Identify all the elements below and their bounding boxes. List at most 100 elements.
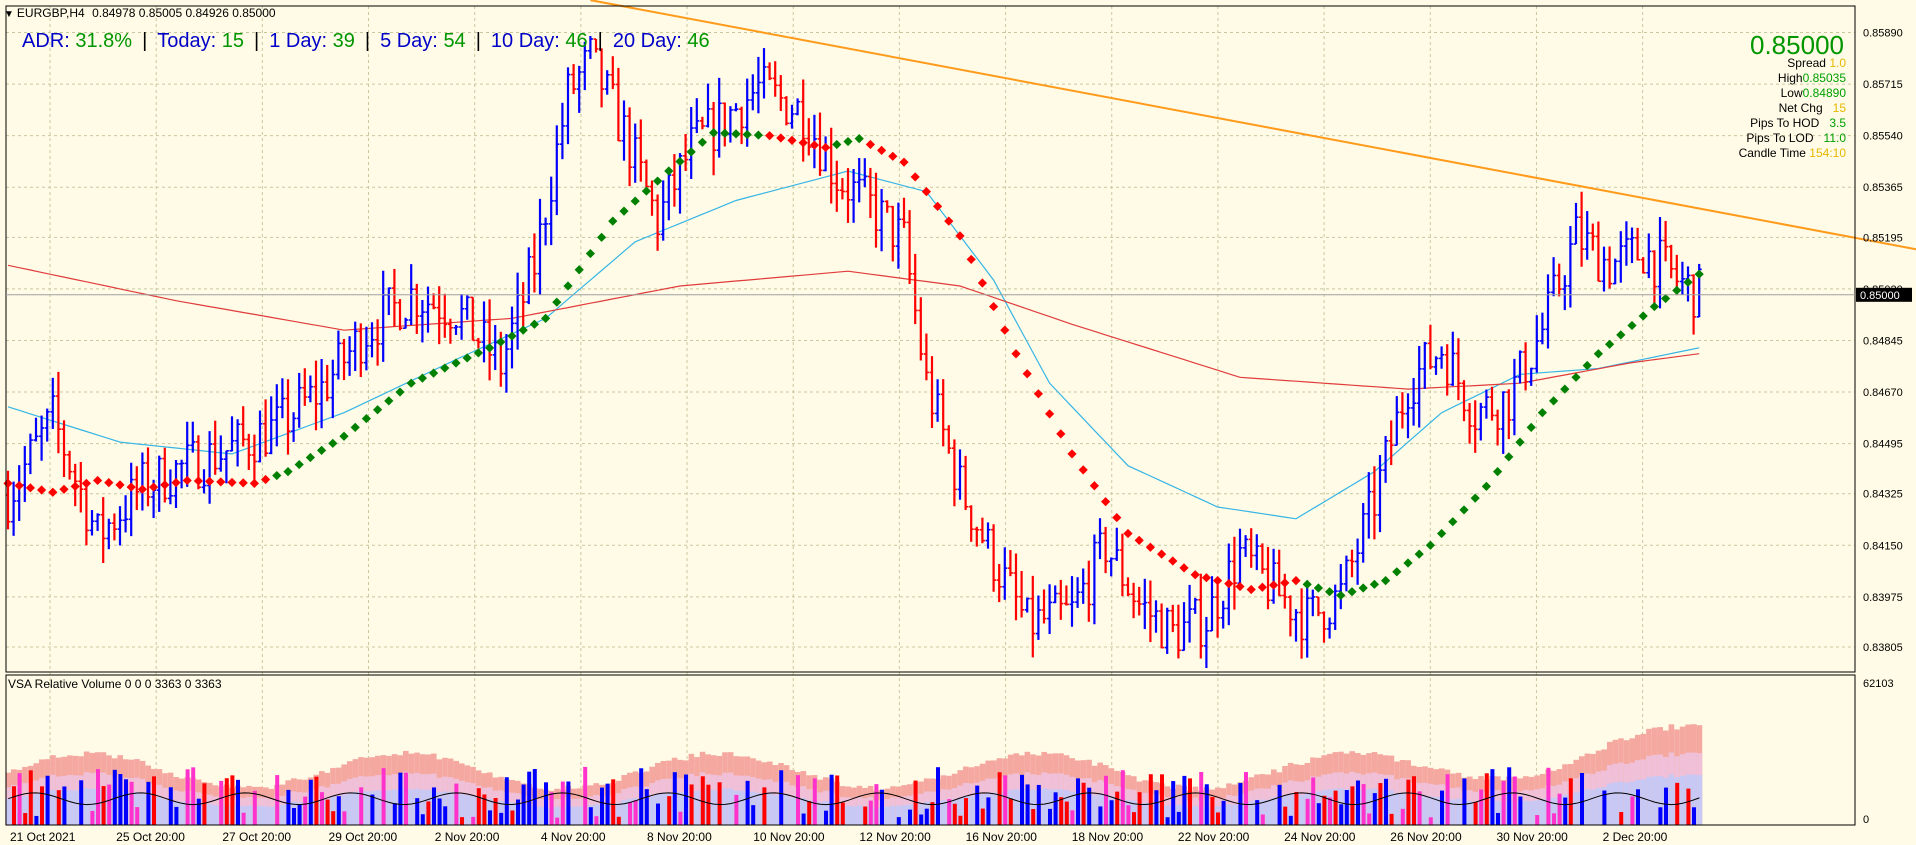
vol-envelope-low [279,804,286,825]
vol-envelope-low [817,802,823,825]
current-price-tag-label: 0.85000 [1860,290,1900,302]
volume-bar [952,803,957,825]
vol-envelope-low [1651,776,1658,825]
volume-bar [1132,812,1136,825]
x-tick-label: 12 Nov 20:00 [859,830,931,844]
volume-bar [812,778,817,825]
volume-bar [1361,784,1366,825]
volume-bar [1664,787,1668,825]
volume-bar [936,767,940,825]
volume-bar [868,800,873,825]
volume-bar [684,774,688,825]
volume-bar [1098,806,1103,825]
volume-bar [1535,815,1540,825]
volume-bar [168,787,173,825]
low-value: 0.84890 [1802,86,1846,100]
volume-bar [566,781,571,825]
volume-bar [404,772,408,825]
chart-terminal[interactable]: 0.85890 0.85715 0.85540 0.85365 0.85195 0.850… [0,0,1916,845]
volume-bar [1428,817,1433,825]
vol-envelope-low [1523,800,1529,825]
day5-label: 5 Day: [380,30,438,52]
vol-envelope-low [1265,799,1271,825]
volume-zero-label: 0 [1863,814,1869,826]
vol-envelope-low [856,805,863,825]
volume-bar [874,784,879,825]
vol-envelope-low [1539,799,1546,825]
volume-bar [17,773,22,825]
dropdown-triangle-icon[interactable]: ▼ [4,9,14,20]
x-tick-label: 16 Nov 20:00 [966,830,1038,844]
low-label: Low [1780,86,1803,100]
vol-envelope-low [386,790,392,825]
volume-bar [1216,812,1220,825]
volume-bar [751,805,756,825]
vol-envelope-low [991,792,997,825]
day20-label: 20 Day: [612,30,682,52]
volume-bar [297,804,302,825]
vol-envelope-low [1013,789,1019,825]
volume-bar [1188,778,1192,825]
volume-bar [107,784,112,825]
adr-value: 31.8% [75,30,133,52]
info-panel: Spread 1.0 High0.85035 Low0.84890 Net Ch… [1739,56,1846,161]
day1-label: 1 Day: [269,30,328,52]
vol-envelope-low [447,791,454,825]
x-tick-label: 29 Oct 20:00 [329,830,398,844]
volume-bar [510,810,515,825]
vol-envelope-low [1590,789,1596,825]
volume-bar [1356,780,1360,825]
volume-bar [1059,797,1064,825]
volume-bar [1210,797,1215,825]
volume-bar [1412,776,1416,825]
volume-max-label: 62103 [1863,678,1894,690]
vol-envelope-low [207,803,213,825]
vol-envelope-low [83,788,90,825]
volume-bar [1260,814,1265,825]
volume-bar [1081,782,1086,825]
volume-bar [762,787,767,825]
volume-bar [1311,777,1316,825]
vol-envelope-low [156,797,163,825]
volume-bar [527,771,532,825]
volume-bar [1339,804,1344,825]
volume-bar [1496,812,1500,825]
vol-envelope-low [537,806,543,825]
vol-envelope-low [1226,804,1232,825]
volume-bar [504,777,509,825]
vol-envelope-low [1394,793,1400,825]
volume-bar [320,792,324,825]
volume-bar [196,798,201,825]
vol-envelope-low [901,805,907,825]
volume-bar [1070,810,1075,825]
volume-bar [958,815,963,825]
vol-envelope-low [772,795,779,825]
vol-envelope-low [571,806,577,825]
netchg-label: Net Chg [1778,101,1823,115]
volume-bar [1221,800,1226,825]
x-tick-label: 27 Oct 20:00 [222,830,291,844]
vol-envelope-low [257,805,263,825]
volume-bar [796,775,800,825]
volume-bar [101,786,106,825]
vol-envelope-low [851,806,857,825]
volume-bar [779,770,784,825]
volume-bar [1440,790,1444,825]
volume-bar [1277,784,1282,825]
volume-bar [90,810,95,825]
volume-bar [896,817,901,825]
vol-envelope-low [884,806,891,825]
volume-bar [129,781,134,825]
x-tick-label: 18 Nov 20:00 [1072,830,1144,844]
day20-value: 46 [687,30,710,52]
volume-bar [706,784,711,825]
today-separator: | [254,30,260,52]
volume-bar [544,782,548,825]
today-label: Today: [157,30,217,52]
volume-bar [600,787,604,825]
vol-envelope-low [576,806,583,825]
volume-bar [689,784,694,825]
vol-envelope-low [268,806,275,825]
volume-bar [532,768,537,825]
volume-bar [252,790,257,825]
